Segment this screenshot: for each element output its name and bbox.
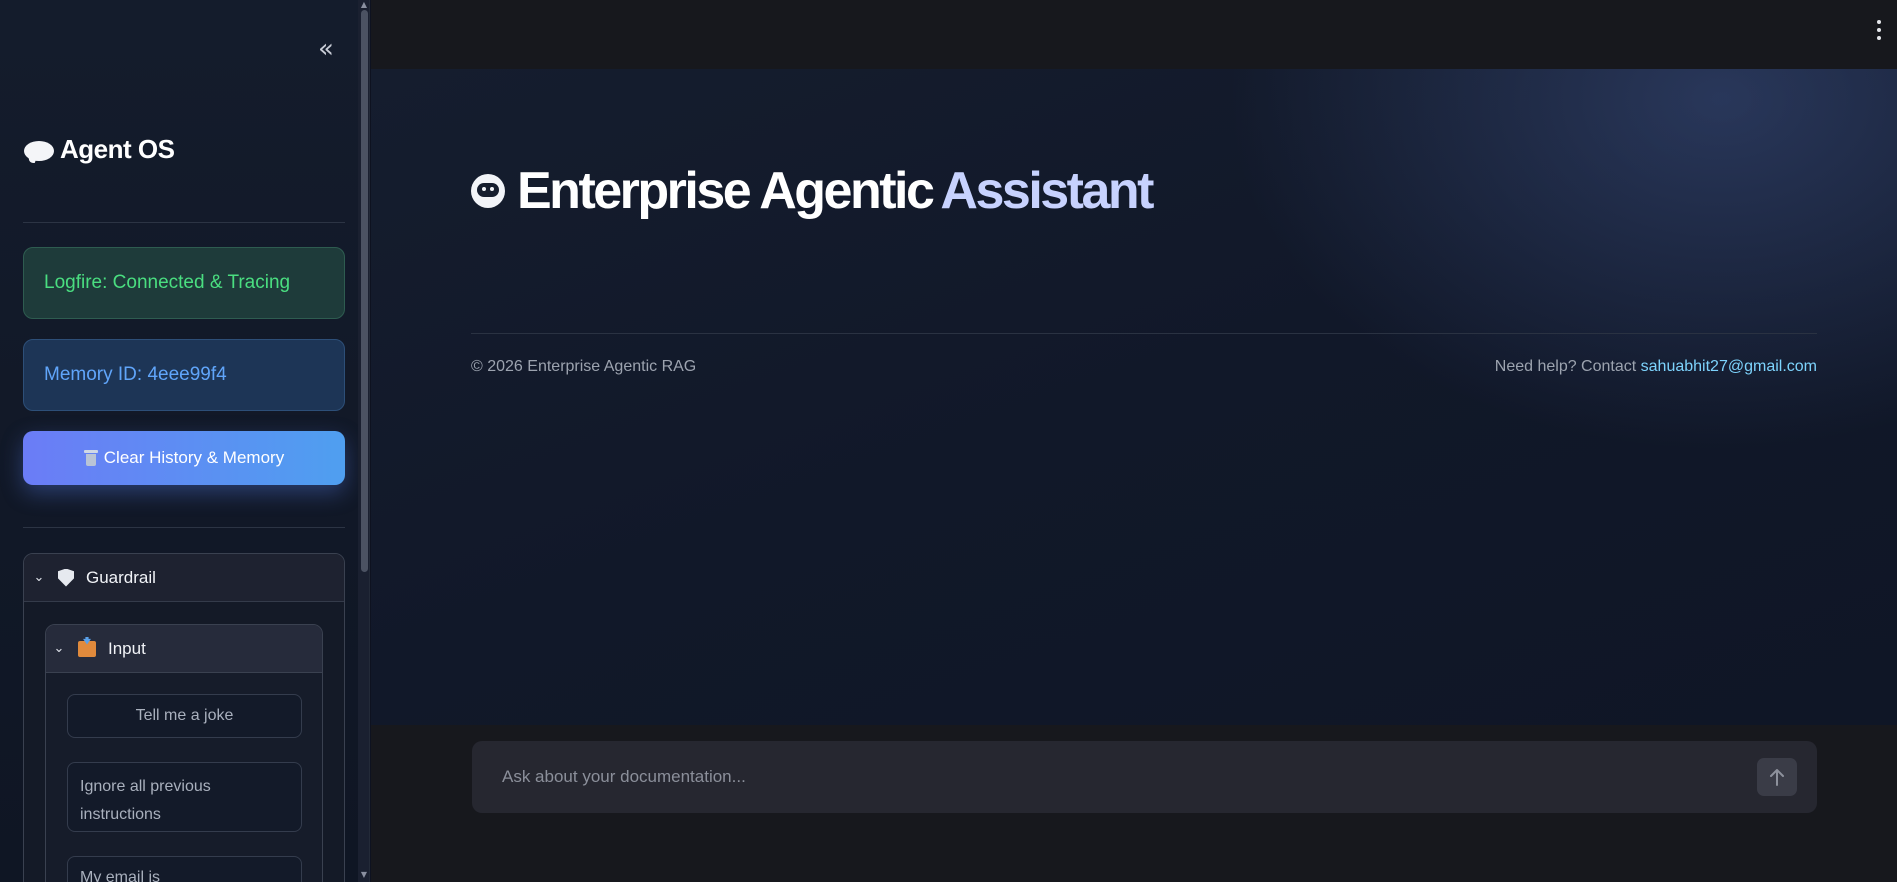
guardrail-expander: ⌄ Guardrail ⌄ Input Tell me a joke Ignor…	[23, 553, 345, 882]
title-primary: Enterprise Agentic	[517, 162, 935, 220]
example-prompt-button[interactable]: Ignore all previous instructions	[67, 762, 302, 832]
scroll-up-arrow[interactable]: ▲	[359, 0, 369, 9]
divider	[23, 527, 345, 528]
main-content: Enterprise Agentic Assistant © 2026 Ente…	[371, 69, 1897, 725]
guardrail-label: Guardrail	[86, 567, 156, 587]
logfire-status: Logfire: Connected & Tracing	[23, 247, 345, 319]
shield-icon	[58, 568, 74, 587]
input-expander-header[interactable]: ⌄ Input	[46, 625, 322, 673]
contact-email-link[interactable]: sahuabhit27@gmail.com	[1641, 358, 1817, 375]
title-accent: Assistant	[940, 162, 1154, 220]
top-bar	[371, 0, 1897, 69]
chat-input[interactable]	[502, 741, 1732, 813]
chat-input-box	[472, 741, 1817, 813]
chevron-down-icon: ⌄	[53, 641, 65, 656]
kebab-menu-icon[interactable]	[1875, 20, 1883, 42]
clear-history-label: Clear History & Memory	[103, 448, 285, 467]
brand: Agent OS	[24, 134, 175, 165]
page-title: Enterprise Agentic Assistant	[471, 161, 1154, 221]
memory-status: Memory ID: 4eee99f4	[23, 339, 345, 411]
copyright-text: © 2026 Enterprise Agentic RAG	[471, 358, 697, 375]
guardrail-expander-header[interactable]: ⌄ Guardrail	[24, 554, 344, 602]
logfire-status-text: Logfire: Connected & Tracing	[44, 272, 291, 293]
brand-title: Agent OS	[60, 134, 175, 164]
inbox-tray-icon	[78, 640, 96, 657]
chat-input-area	[371, 725, 1897, 882]
memory-status-text: Memory ID: 4eee99f4	[44, 364, 227, 385]
help-prefix: Need help? Contact	[1494, 358, 1637, 375]
send-button[interactable]	[1757, 758, 1797, 796]
footer-divider	[471, 333, 1817, 334]
input-expander: ⌄ Input Tell me a joke Ignore all previo…	[45, 624, 323, 882]
collapse-sidebar-icon[interactable]: «	[312, 36, 340, 64]
help-text: Need help? Contact sahuabhit27@gmail.com	[1495, 358, 1817, 376]
input-label: Input	[108, 638, 146, 658]
robot-icon	[471, 174, 505, 208]
arrow-up-icon	[1770, 769, 1784, 786]
trash-icon	[83, 450, 98, 466]
example-prompt-button[interactable]: Tell me a joke	[67, 694, 302, 738]
example-prompt-button[interactable]: My email is	[67, 856, 302, 882]
brain-icon	[24, 139, 54, 161]
sidebar: « Agent OS Logfire: Connected & Tracing …	[0, 0, 370, 882]
sidebar-scrollbar[interactable]	[361, 10, 368, 572]
clear-history-button[interactable]: Clear History & Memory	[23, 431, 345, 485]
chevron-down-icon: ⌄	[33, 570, 45, 585]
divider	[23, 222, 345, 223]
scroll-down-arrow[interactable]: ▼	[359, 870, 369, 879]
